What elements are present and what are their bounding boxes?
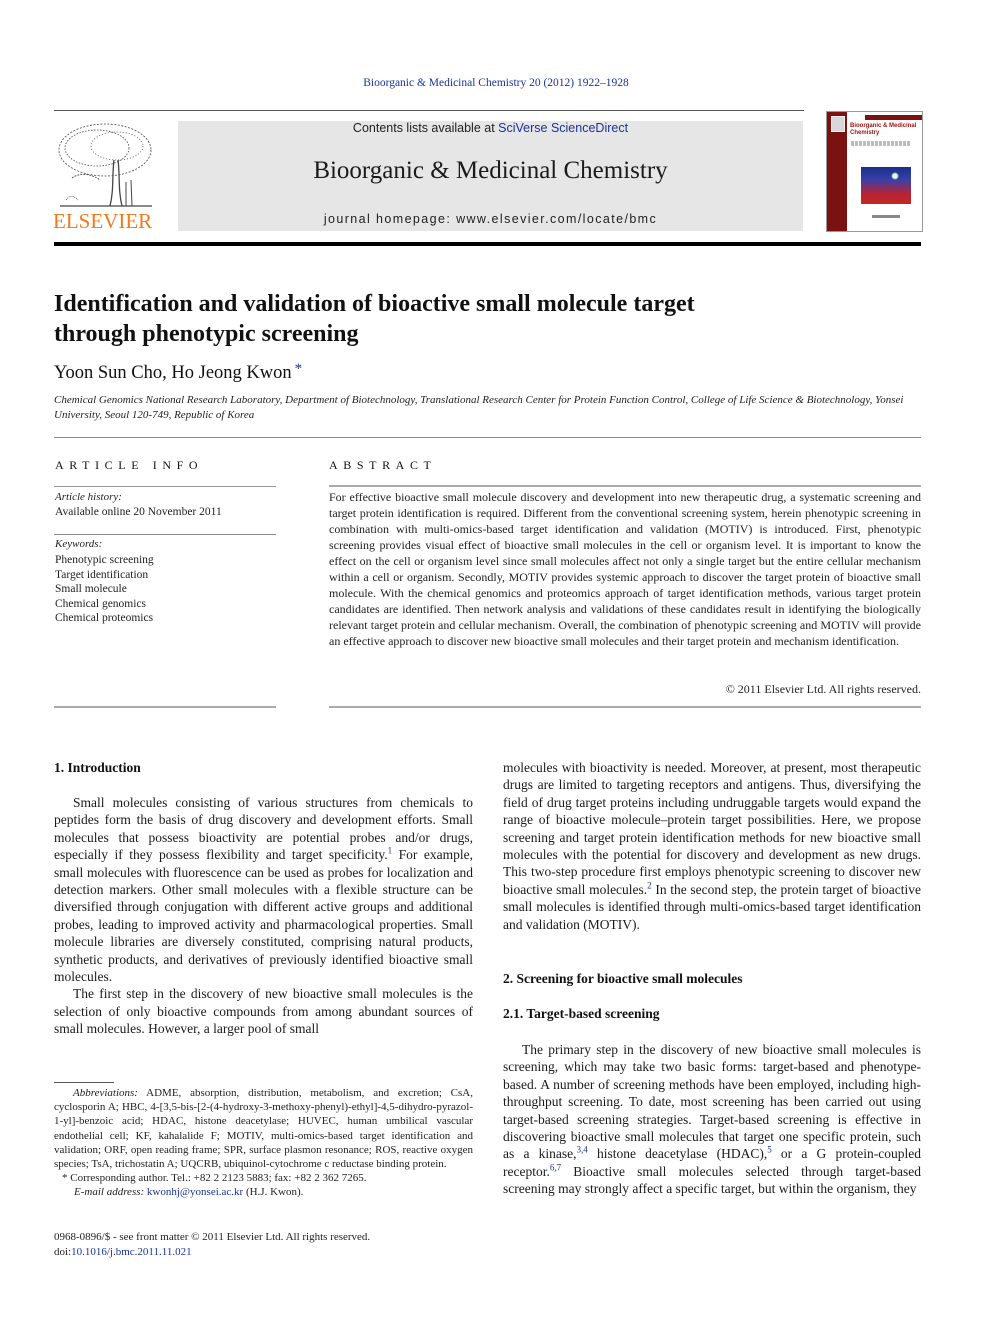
paragraph: molecules with bioactivity is needed. Mo… [503,759,921,933]
article-info-rule-1 [54,486,276,487]
email-label: E-mail address: [74,1186,147,1199]
contents-available-line: Contents lists available at SciVerse Sci… [178,121,803,135]
abstract-rule-top [329,485,921,487]
section-heading-introduction: 1. Introduction [54,760,141,775]
left-column-body: Small molecules consisting of various st… [54,794,473,1038]
footnotes: Abbreviations: ADME, absorption, distrib… [54,1086,473,1200]
article-info-rule-3 [54,706,276,708]
authors: Yoon Sun Cho, Ho Jeong Kwon [54,363,292,383]
journal-homepage[interactable]: journal homepage: www.elsevier.com/locat… [178,212,803,226]
cover-title: Bioorganic & Medicinal Chemistry [850,123,917,136]
footnote-rule [54,1082,114,1083]
keyword: Small molecule [55,583,127,595]
paragraph-text: For example, small molecules with fluore… [54,847,473,985]
cover-image [861,167,911,204]
issn-doi-block: 0968-0896/$ - see front matter © 2011 El… [54,1230,370,1260]
right-column-body: molecules with bioactivity is needed. Mo… [503,759,921,933]
issn-line: 0968-0896/$ - see front matter © 2011 El… [54,1231,371,1243]
journal-cover-thumbnail[interactable]: Bioorganic & Medicinal Chemistry [826,111,923,232]
abbreviations-footnote: Abbreviations: ADME, absorption, distrib… [54,1086,473,1171]
corresponding-author-marker[interactable]: * [295,361,303,377]
affiliation-rule [54,437,921,438]
abstract-text: For effective bioactive small molecule d… [329,490,921,648]
keyword: Chemical genomics [55,597,147,610]
doi-line: doi:10.1016/j.bmc.2011.11.021 [54,1245,370,1260]
article-info-heading: ARTICLE INFO [55,458,204,472]
header-bottom-rule [54,242,921,246]
paragraph: The primary step in the discovery of new… [503,1041,921,1198]
abstract-copyright: © 2011 Elsevier Ltd. All rights reserved… [725,682,921,696]
article-history-value: Available online 20 November 2011 [55,506,222,518]
abstract-heading: ABSTRACT [329,458,437,472]
doi-link[interactable]: 10.1016/j.bmc.2011.11.021 [71,1246,191,1258]
section-heading-screening: 2. Screening for bioactive small molecul… [503,971,743,986]
keyword: Target identification [55,568,149,581]
paragraph-text: Bioactive small molecules selected throu… [503,1163,921,1197]
article-info-rule-2 [54,534,276,535]
cover-image-highlight [891,172,899,180]
author-list: Yoon Sun Cho, Ho Jeong Kwon * [54,361,302,384]
subsection-heading-target-based: 2.1. Target-based screening [503,1006,660,1021]
citation-link[interactable]: 6,7 [550,1162,561,1172]
paragraph-text: molecules with bioactivity is needed. Mo… [503,760,921,897]
abbreviations-label: Abbreviations: [73,1087,138,1099]
paragraph-text: histone deacetylase (HDAC), [587,1146,768,1162]
abstract-rule-bottom [329,706,921,708]
journal-reference[interactable]: Bioorganic & Medicinal Chemistry 20 (201… [0,77,992,89]
keyword: Chemical proteomics [55,612,154,624]
article-title-line-1: Identification and validation of bioacti… [54,291,695,317]
article-title-line-2: through phenotypic screening [54,321,359,347]
header-top-rule [54,110,804,111]
doi-prefix: doi: [54,1246,72,1258]
email-link[interactable]: kwonhj@yonsei.ac.kr [147,1186,243,1198]
keyword: Phenotypic screening [55,554,154,566]
cover-footer [872,215,900,218]
cover-top-bar [865,115,922,120]
cover-emblem-icon [831,116,845,132]
affiliation: Chemical Genomics National Research Labo… [54,394,904,421]
contents-prefix: Contents lists available at [352,121,499,135]
right-column-section-2-1: The primary step in the discovery of new… [503,1041,921,1198]
corresponding-author-footnote: * Corresponding author. Tel.: +82 2 2123… [62,1172,367,1185]
article-history-label: Article history: [55,491,122,503]
email-footnote: E-mail address: kwonhj@yonsei.ac.kr (H.J… [54,1185,473,1199]
citation-link[interactable]: 3,4 [577,1145,588,1155]
paragraph: The first step in the discovery of new b… [54,986,473,1037]
email-suffix: (H.J. Kwon). [243,1186,304,1199]
abbreviations-text: ADME, absorption, distribution, metaboli… [54,1087,473,1171]
keywords-list: Phenotypic screening Target identificati… [55,553,154,626]
cover-subtitle-lines [851,141,911,146]
paragraph-text: The primary step in the discovery of new… [503,1042,921,1162]
elsevier-wordmark[interactable]: ELSEVIER [53,209,152,234]
paragraph: Small molecules consisting of various st… [54,794,473,985]
article-title: Identification and validation of bioacti… [54,289,914,349]
journal-banner: Contents lists available at SciVerse Sci… [178,121,803,231]
sciencedirect-link[interactable]: SciVerse ScienceDirect [498,121,628,135]
keywords-label: Keywords: [55,538,103,550]
journal-title: Bioorganic & Medicinal Chemistry [313,157,668,184]
